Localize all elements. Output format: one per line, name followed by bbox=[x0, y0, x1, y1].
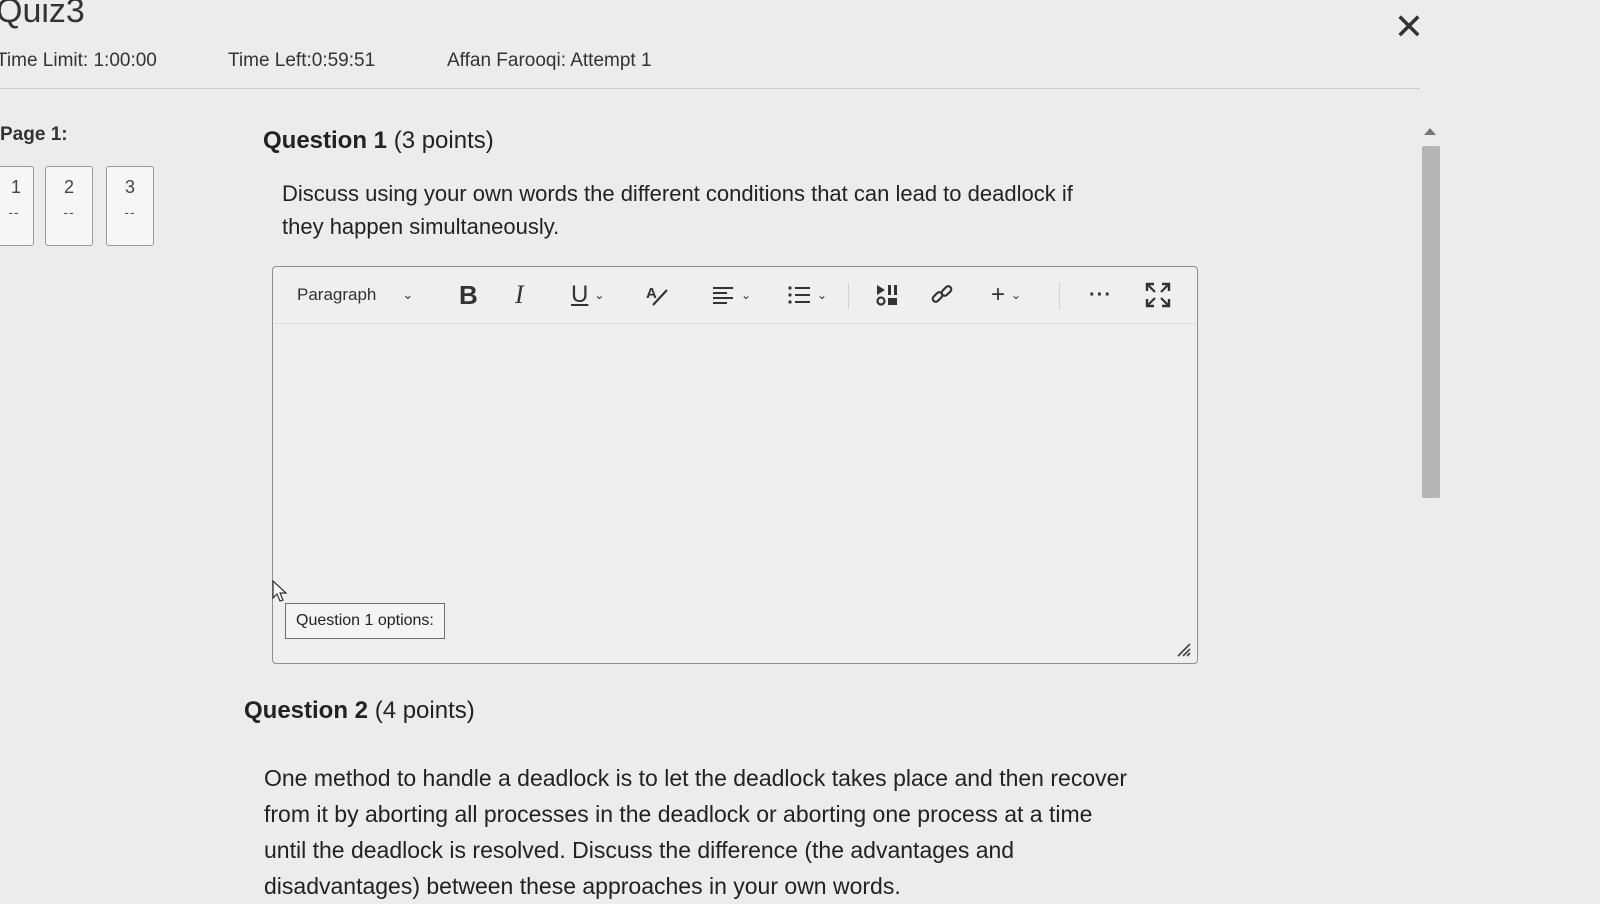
insert-link-button[interactable] bbox=[929, 279, 955, 311]
scrollbar-thumb[interactable] bbox=[1422, 146, 1440, 498]
question-nav-number: 1 bbox=[10, 177, 21, 197]
question-nav-status: -- bbox=[124, 204, 136, 220]
italic-button[interactable]: I bbox=[515, 279, 524, 311]
question-2-text-line: until the deadlock is resolved. Discuss … bbox=[264, 837, 1015, 863]
underline-label: U bbox=[571, 281, 589, 308]
question-nav-2[interactable]: 2 -- bbox=[45, 166, 93, 246]
chevron-down-icon: ⌄ bbox=[741, 288, 752, 302]
spellcheck-button[interactable]: A bbox=[645, 279, 671, 311]
question-2-points: (4 points) bbox=[374, 697, 475, 724]
question-1-text-line: Discuss using your own words the differe… bbox=[282, 181, 1073, 206]
question-options-button[interactable]: Question 1 options: bbox=[285, 603, 445, 639]
list-button[interactable]: ⌄ bbox=[787, 279, 827, 311]
chevron-down-icon: ⌄ bbox=[817, 288, 828, 302]
question-2-heading: Question 2 (4 points) bbox=[244, 697, 475, 725]
bold-button[interactable]: B bbox=[459, 279, 478, 311]
fullscreen-icon bbox=[1145, 282, 1171, 308]
scroll-up-arrow-icon[interactable] bbox=[1424, 128, 1436, 135]
time-limit: Time Limit: 1:00:00 bbox=[0, 50, 157, 71]
chevron-down-icon: ⌄ bbox=[1011, 288, 1022, 302]
chevron-down-icon: ⌄ bbox=[402, 287, 414, 302]
answer-editor: Paragraph ⌄ B I U ⌄ A ⌄ ⌄ + ⌄ ··· Questi… bbox=[272, 266, 1198, 664]
question-nav-number: 2 bbox=[63, 177, 74, 197]
chevron-down-icon: ⌄ bbox=[594, 288, 605, 302]
bullet-list-icon bbox=[788, 286, 810, 304]
question-2-title: Question 2 bbox=[244, 697, 369, 724]
plus-icon: + bbox=[991, 281, 1006, 308]
align-left-icon bbox=[713, 287, 733, 304]
close-button[interactable]: ✕ bbox=[1392, 9, 1426, 45]
toolbar-divider bbox=[1059, 283, 1060, 309]
align-button[interactable]: ⌄ bbox=[711, 279, 751, 311]
editor-toolbar: Paragraph ⌄ B I U ⌄ A ⌄ ⌄ + ⌄ ··· bbox=[273, 267, 1197, 324]
format-select[interactable]: Paragraph ⌄ bbox=[297, 279, 413, 311]
more-actions-button[interactable]: ··· bbox=[1089, 279, 1112, 311]
insert-stuff-button[interactable]: + ⌄ bbox=[991, 279, 1021, 311]
more-icon: ··· bbox=[1089, 283, 1112, 306]
question-nav-number: 3 bbox=[124, 177, 135, 197]
format-select-value: Paragraph bbox=[297, 285, 377, 304]
question-1-points: (3 points) bbox=[393, 127, 494, 154]
page-label: Page 1: bbox=[0, 124, 68, 145]
question-2-text: One method to handle a deadlock is to le… bbox=[264, 760, 1127, 904]
insert-media-icon bbox=[876, 285, 897, 306]
header-divider bbox=[0, 88, 1420, 89]
question-1-text-line: they happen simultaneously. bbox=[282, 214, 560, 239]
spellcheck-icon: A bbox=[646, 285, 668, 306]
question-2-text-line: disadvantages) between these approaches … bbox=[264, 873, 901, 899]
question-1-heading: Question 1 (3 points) bbox=[263, 127, 494, 155]
insert-media-button[interactable] bbox=[875, 279, 901, 311]
question-1-title: Question 1 bbox=[263, 127, 388, 154]
link-icon bbox=[931, 285, 953, 303]
question-2-text-line: from it by aborting all processes in the… bbox=[264, 801, 1093, 827]
attempt-info: Affan Farooqi: Attempt 1 bbox=[447, 50, 652, 71]
underline-button[interactable]: U ⌄ bbox=[571, 279, 604, 311]
fullscreen-button[interactable] bbox=[1145, 279, 1171, 311]
toolbar-divider bbox=[848, 283, 849, 309]
scrollbar[interactable] bbox=[1420, 128, 1442, 900]
question-nav-status: -- bbox=[8, 204, 20, 220]
close-icon: ✕ bbox=[1393, 6, 1425, 47]
question-nav-1[interactable]: 1 -- bbox=[0, 166, 34, 246]
resize-handle-icon[interactable] bbox=[1175, 641, 1191, 657]
time-left: Time Left:0:59:51 bbox=[228, 50, 376, 71]
question-nav-3[interactable]: 3 -- bbox=[106, 166, 154, 246]
question-nav-status: -- bbox=[63, 204, 75, 220]
quiz-title: Quiz3 bbox=[0, 0, 85, 30]
mouse-pointer-icon bbox=[272, 580, 288, 602]
svg-text:A: A bbox=[646, 285, 657, 302]
question-1-text: Discuss using your own words the differe… bbox=[282, 177, 1073, 243]
question-2-text-line: One method to handle a deadlock is to le… bbox=[264, 765, 1128, 791]
